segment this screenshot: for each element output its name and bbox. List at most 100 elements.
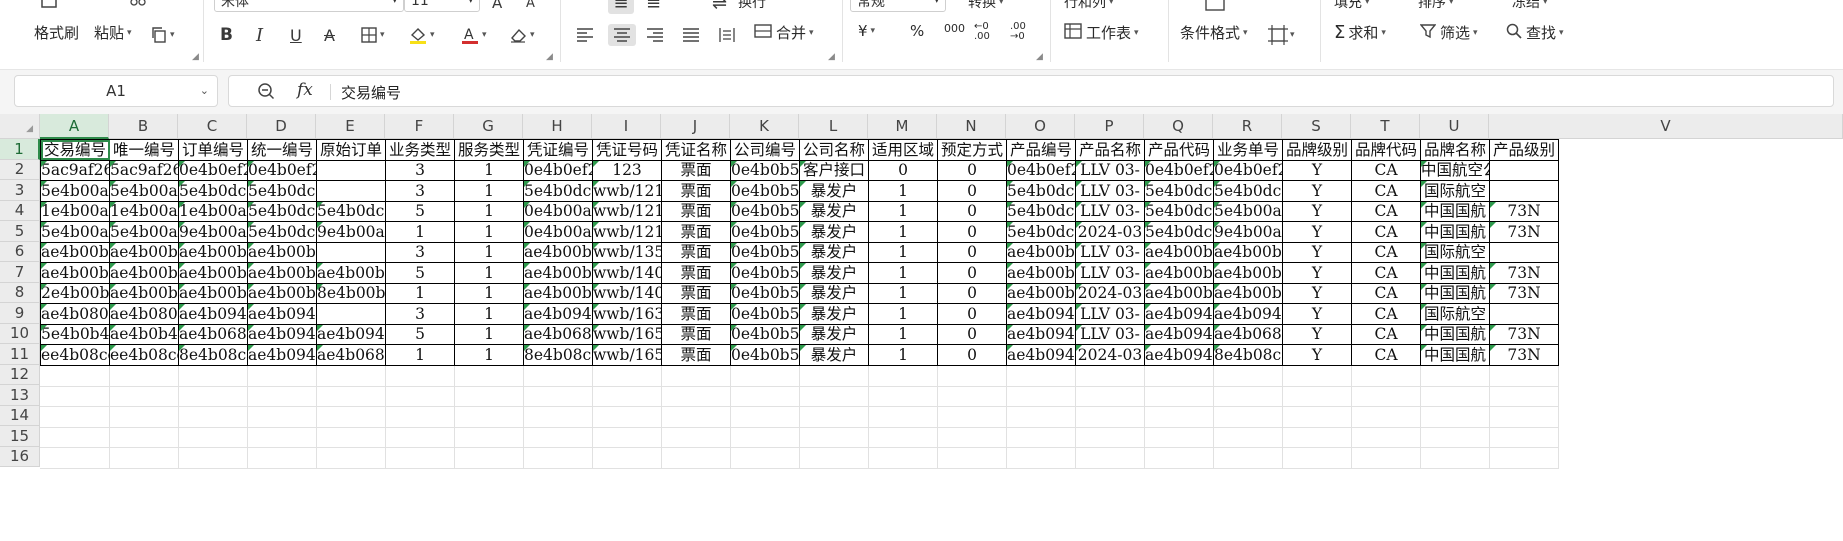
- table-cell[interactable]: CA: [1351, 200, 1421, 222]
- table-cell[interactable]: 0e4b0b520: [730, 262, 800, 284]
- table-cell[interactable]: 0e4b0b520: [730, 159, 800, 181]
- header-cell[interactable]: 凭证名称: [661, 139, 731, 161]
- table-cell[interactable]: ae4b0682a: [178, 323, 248, 345]
- font-size-select[interactable]: 11 ▾: [404, 0, 480, 12]
- table-cell[interactable]: wwb/1217: [592, 200, 662, 222]
- table-cell[interactable]: 票面: [661, 344, 731, 366]
- empty-cell[interactable]: [385, 447, 455, 469]
- table-cell[interactable]: CA: [1351, 221, 1421, 243]
- table-cell[interactable]: ae4b09426: [523, 303, 593, 325]
- empty-cell[interactable]: [178, 427, 248, 448]
- table-cell[interactable]: LLV 03-: [1075, 159, 1145, 181]
- table-cell[interactable]: ae4b080d3: [109, 303, 179, 325]
- empty-cell[interactable]: [730, 427, 800, 448]
- bold-icon[interactable]: B: [220, 24, 233, 46]
- header-cell[interactable]: 订单编号: [178, 139, 248, 161]
- header-cell[interactable]: 产品编号: [1006, 139, 1076, 161]
- row-header[interactable]: 14: [0, 405, 40, 426]
- table-cell[interactable]: 5e4b0dcd0: [1144, 221, 1214, 243]
- table-cell[interactable]: 1: [385, 344, 455, 366]
- empty-cell[interactable]: [1144, 386, 1214, 407]
- table-cell[interactable]: ae4b00b87: [109, 282, 179, 304]
- table-cell[interactable]: wwb/1359: [592, 241, 662, 263]
- table-cell[interactable]: 0e4b0ef2a: [1213, 159, 1283, 181]
- table-cell[interactable]: 1: [868, 344, 938, 366]
- table-cell[interactable]: 5e4b0dcd0: [1144, 200, 1214, 222]
- table-cell[interactable]: LLV 03-: [1075, 323, 1145, 345]
- column-header[interactable]: J: [661, 114, 730, 139]
- table-cell[interactable]: ae4b00b87: [1006, 241, 1076, 263]
- table-cell[interactable]: 2024-03: [1075, 282, 1145, 304]
- empty-cell[interactable]: [799, 406, 869, 428]
- table-cell[interactable]: ae4b00b87: [178, 241, 248, 263]
- empty-cell[interactable]: [799, 365, 869, 387]
- row-header[interactable]: 3: [0, 180, 40, 201]
- table-cell[interactable]: 3: [385, 159, 455, 181]
- table-cell[interactable]: 1: [454, 323, 524, 345]
- table-cell[interactable]: 1: [868, 180, 938, 202]
- align-left-icon[interactable]: [576, 24, 594, 46]
- wrap-text-button[interactable]: 换行: [738, 0, 766, 12]
- table-cell[interactable]: Y: [1282, 262, 1352, 284]
- table-cell[interactable]: ae4b00b87: [1006, 282, 1076, 304]
- table-cell[interactable]: 0e4b0b520: [730, 323, 800, 345]
- empty-cell[interactable]: [523, 427, 593, 448]
- empty-cell[interactable]: [1282, 427, 1352, 448]
- sort-button[interactable]: 排序 ▾: [1418, 0, 1454, 12]
- empty-cell[interactable]: [868, 386, 938, 407]
- row-header[interactable]: 15: [0, 426, 40, 447]
- header-cell[interactable]: 产品级别: [1489, 139, 1559, 161]
- column-header[interactable]: U: [1420, 114, 1489, 139]
- table-cell[interactable]: 0e4b0b520: [730, 221, 800, 243]
- table-cell[interactable]: 5e4b0dcd0: [178, 180, 248, 202]
- table-cell[interactable]: wwb/1657: [592, 323, 662, 345]
- empty-cell[interactable]: [1006, 447, 1076, 469]
- table-cell[interactable]: wwb/1402: [592, 282, 662, 304]
- table-cell[interactable]: [316, 303, 386, 325]
- strikethrough-icon[interactable]: A: [324, 24, 335, 46]
- empty-cell[interactable]: [661, 386, 731, 407]
- table-cell[interactable]: 3: [385, 241, 455, 263]
- empty-cell[interactable]: [1006, 386, 1076, 407]
- table-cell[interactable]: 票面: [661, 241, 731, 263]
- empty-cell[interactable]: [1351, 386, 1421, 407]
- table-cell[interactable]: LLV 03-: [1075, 180, 1145, 202]
- empty-cell[interactable]: [1075, 427, 1145, 448]
- header-cell[interactable]: 产品代码: [1144, 139, 1214, 161]
- empty-cell[interactable]: [868, 365, 938, 387]
- cell-area[interactable]: 交易编号 唯一编号 订单编号 统一编号 原始订单 业务类型 服务类型 凭证编号 凭证号码 凭证名称…: [40, 139, 1843, 541]
- empty-cell[interactable]: [1075, 447, 1145, 469]
- row-header[interactable]: 2: [0, 159, 40, 180]
- empty-cell[interactable]: [1351, 406, 1421, 428]
- table-cell[interactable]: [316, 241, 386, 263]
- table-cell[interactable]: 1: [454, 159, 524, 181]
- table-cell[interactable]: 0e4b0b520: [730, 282, 800, 304]
- empty-cell[interactable]: [178, 447, 248, 469]
- table-cell[interactable]: [316, 159, 386, 181]
- table-cell[interactable]: [1489, 180, 1559, 202]
- table-cell[interactable]: 5e4b0dcd0: [523, 180, 593, 202]
- empty-cell[interactable]: [1144, 447, 1214, 469]
- empty-cell[interactable]: [523, 447, 593, 469]
- empty-cell[interactable]: [316, 386, 386, 407]
- table-cell[interactable]: 0: [868, 159, 938, 181]
- table-cell[interactable]: 2024-03: [1075, 221, 1145, 243]
- table-cell[interactable]: 1: [385, 221, 455, 243]
- table-cell[interactable]: 5e4b0dcd0: [316, 200, 386, 222]
- percent-button[interactable]: %: [910, 22, 924, 40]
- filter-button[interactable]: 筛选 ▾: [1419, 22, 1478, 43]
- distributed-align-icon[interactable]: [718, 24, 736, 46]
- empty-cell[interactable]: [1075, 406, 1145, 428]
- table-cell[interactable]: ae4b0b437: [109, 323, 179, 345]
- header-cell[interactable]: 公司名称: [799, 139, 869, 161]
- empty-cell[interactable]: [1489, 365, 1559, 387]
- empty-cell[interactable]: [592, 365, 662, 387]
- empty-cell[interactable]: [40, 386, 110, 407]
- align-right-icon[interactable]: [646, 24, 664, 46]
- table-cell[interactable]: 5e4b0dcd0: [247, 180, 317, 202]
- empty-cell[interactable]: [1420, 427, 1490, 448]
- header-cell[interactable]: 适用区域: [868, 139, 938, 161]
- empty-cell[interactable]: [937, 447, 1007, 469]
- empty-cell[interactable]: [1006, 365, 1076, 387]
- empty-cell[interactable]: [592, 427, 662, 448]
